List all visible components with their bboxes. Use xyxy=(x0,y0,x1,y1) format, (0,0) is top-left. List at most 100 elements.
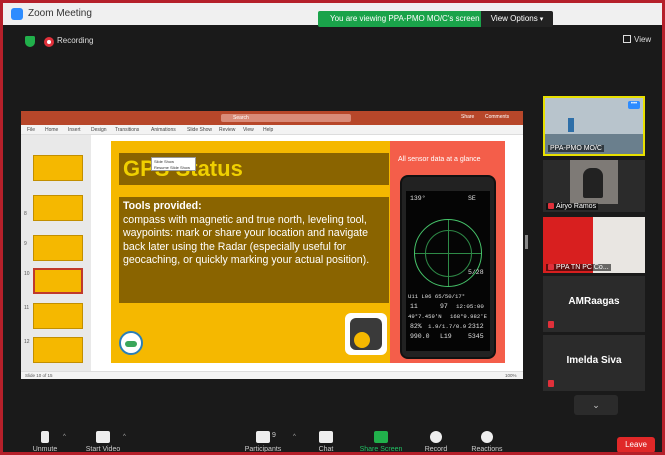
reading-97: 97 xyxy=(440,303,448,310)
zoom-level[interactable]: 100% xyxy=(505,373,517,378)
slide-number: 11 xyxy=(24,305,30,311)
altitude-value: 2312 xyxy=(468,323,484,330)
split-drag-handle[interactable] xyxy=(525,235,528,249)
chevron-down-icon: ⌄ xyxy=(592,400,600,410)
direction-value: SE xyxy=(468,195,476,202)
participant-tile[interactable]: Airyo Ramos xyxy=(543,160,645,212)
audio-options-caret[interactable]: ^ xyxy=(63,434,66,440)
slide-thumbnail[interactable] xyxy=(33,155,83,181)
participant-tile[interactable]: AMRaagas xyxy=(543,276,645,332)
participant-tile-active[interactable]: ••• PPA-PMO MO/C xyxy=(543,96,645,156)
reading-11: 11 xyxy=(410,303,418,310)
participants-label: Participants xyxy=(244,446,282,453)
ppt-tab-help[interactable]: Help xyxy=(263,127,273,133)
longitude-value: 168°9.982'E xyxy=(450,313,487,320)
level-value: L19 xyxy=(440,333,452,340)
powerpoint-title-bar: Search Share Comments xyxy=(21,111,523,125)
slide-thumbnail[interactable] xyxy=(33,337,83,363)
ppt-ribbon-tabs: File Home Insert Design Transitions Anim… xyxy=(21,125,523,135)
slide-thumbnail[interactable] xyxy=(33,235,83,261)
muted-mic-icon xyxy=(41,431,49,443)
reactions-label: Reactions xyxy=(471,446,503,453)
slide-thumbnail[interactable] xyxy=(33,195,83,221)
current-slide: GPS Status Slide Show Resume Slide Show … xyxy=(111,141,505,363)
more-options-icon[interactable]: ••• xyxy=(628,101,640,109)
video-options-caret[interactable]: ^ xyxy=(123,434,126,440)
participants-button[interactable]: Participants xyxy=(241,431,285,453)
gps-fix-row: U11 L06 65/50/17° xyxy=(408,293,466,300)
chat-label: Chat xyxy=(318,446,334,453)
unmute-button[interactable]: Unmute xyxy=(27,431,63,453)
chat-button[interactable]: Chat xyxy=(311,431,341,453)
participant-name: Imelda Siva xyxy=(566,355,622,366)
ppt-tab-file[interactable]: File xyxy=(27,127,35,133)
record-icon xyxy=(430,431,442,443)
zoom-window: Zoom Meeting You are viewing PPA-PMO MO/… xyxy=(0,0,665,455)
phone-screen: 139° SE 5/28 U11 L06 65/50/17° 11 97 12:… xyxy=(406,191,490,351)
muted-mic-icon xyxy=(548,380,554,387)
view-label: View xyxy=(634,35,652,44)
slide-counter: Slide 10 of 15 xyxy=(25,373,53,378)
gps-status-app-icon xyxy=(345,313,387,355)
ppt-search-box[interactable]: Search xyxy=(221,114,351,122)
participant-tile[interactable]: Imelda Siva xyxy=(543,335,645,391)
share-screen-icon xyxy=(374,431,388,443)
leave-button[interactable]: Leave xyxy=(617,437,655,452)
pressure-value: 990.0 xyxy=(410,333,430,340)
video-off-icon xyxy=(96,431,110,443)
slide-number: 9 xyxy=(24,241,27,247)
ppt-status-bar: Slide 10 of 15 100% xyxy=(21,371,523,379)
participant-tile[interactable]: PPA TN PC Co... xyxy=(543,217,645,273)
slideshow-dropdown[interactable]: Slide Show Resume Slide Show xyxy=(151,157,196,171)
recording-icon xyxy=(44,37,54,47)
view-options-label: View Options xyxy=(490,14,538,23)
participant-name-label: PPA TN PC Co... xyxy=(546,264,611,271)
participants-icon xyxy=(256,431,270,443)
muted-mic-icon xyxy=(548,264,554,270)
chevron-down-icon: ▾ xyxy=(539,16,544,23)
ppt-tab-slideshow[interactable]: Slide Show xyxy=(187,127,212,133)
share-screen-label: Share Screen xyxy=(359,446,403,453)
unmute-label: Unmute xyxy=(32,446,58,453)
start-video-button[interactable]: Start Video xyxy=(83,431,123,453)
ppt-tab-view[interactable]: View xyxy=(243,127,254,133)
gallery-next-button[interactable]: ⌄ xyxy=(574,395,618,415)
muted-mic-icon xyxy=(548,321,554,328)
tools-heading: Tools provided: xyxy=(123,200,202,212)
slide-thumbnail[interactable] xyxy=(33,303,83,329)
ppt-tab-home[interactable]: Home xyxy=(45,127,58,133)
share-screen-button[interactable]: Share Screen xyxy=(357,431,405,453)
window-title: Zoom Meeting xyxy=(28,8,92,19)
ppt-comments-button[interactable]: Comments xyxy=(485,114,509,120)
ppt-tab-insert[interactable]: Insert xyxy=(68,127,81,133)
slide-number: 12 xyxy=(24,339,30,345)
phone-screenshot: 139° SE 5/28 U11 L06 65/50/17° 11 97 12:… xyxy=(400,175,496,359)
emoji-icon xyxy=(481,431,493,443)
participant-name: PPA TN PC Co... xyxy=(556,264,609,271)
participant-name-label: Airyo Ramos xyxy=(546,203,599,210)
time-value: 12:05:00 xyxy=(456,303,484,310)
participants-options-caret[interactable]: ^ xyxy=(293,434,296,440)
ppt-tab-transitions[interactable]: Transitions xyxy=(115,127,139,133)
grid-icon xyxy=(623,35,631,43)
ppt-tab-design[interactable]: Design xyxy=(91,127,107,133)
radar-compass-icon xyxy=(414,219,482,287)
view-options-button[interactable]: View Options ▾ xyxy=(481,11,553,27)
participant-name: AMRaagas xyxy=(568,296,620,307)
start-video-label: Start Video xyxy=(85,446,121,453)
satellite-count: 5/28 xyxy=(468,269,484,276)
zoom-logo-icon xyxy=(11,8,23,20)
ppt-tab-review[interactable]: Review xyxy=(219,127,235,133)
ppt-tab-animations[interactable]: Animations xyxy=(151,127,176,133)
record-button[interactable]: Record xyxy=(419,431,453,452)
shield-icon[interactable] xyxy=(25,36,35,47)
reactions-button[interactable]: Reactions xyxy=(465,431,509,453)
dropdown-option[interactable]: Resume Slide Show xyxy=(154,165,193,171)
view-button[interactable]: View xyxy=(623,35,651,44)
accuracy-value: 1.9/1.7/0.9 xyxy=(428,323,467,330)
ppt-share-button[interactable]: Share xyxy=(461,114,474,120)
latitude-value: 49°7.459'N xyxy=(408,313,442,320)
slide-number: 10 xyxy=(24,271,30,277)
slide-thumbnails-panel: 8 9 10 11 12 xyxy=(21,135,91,371)
slide-thumbnail-selected[interactable] xyxy=(33,268,83,294)
